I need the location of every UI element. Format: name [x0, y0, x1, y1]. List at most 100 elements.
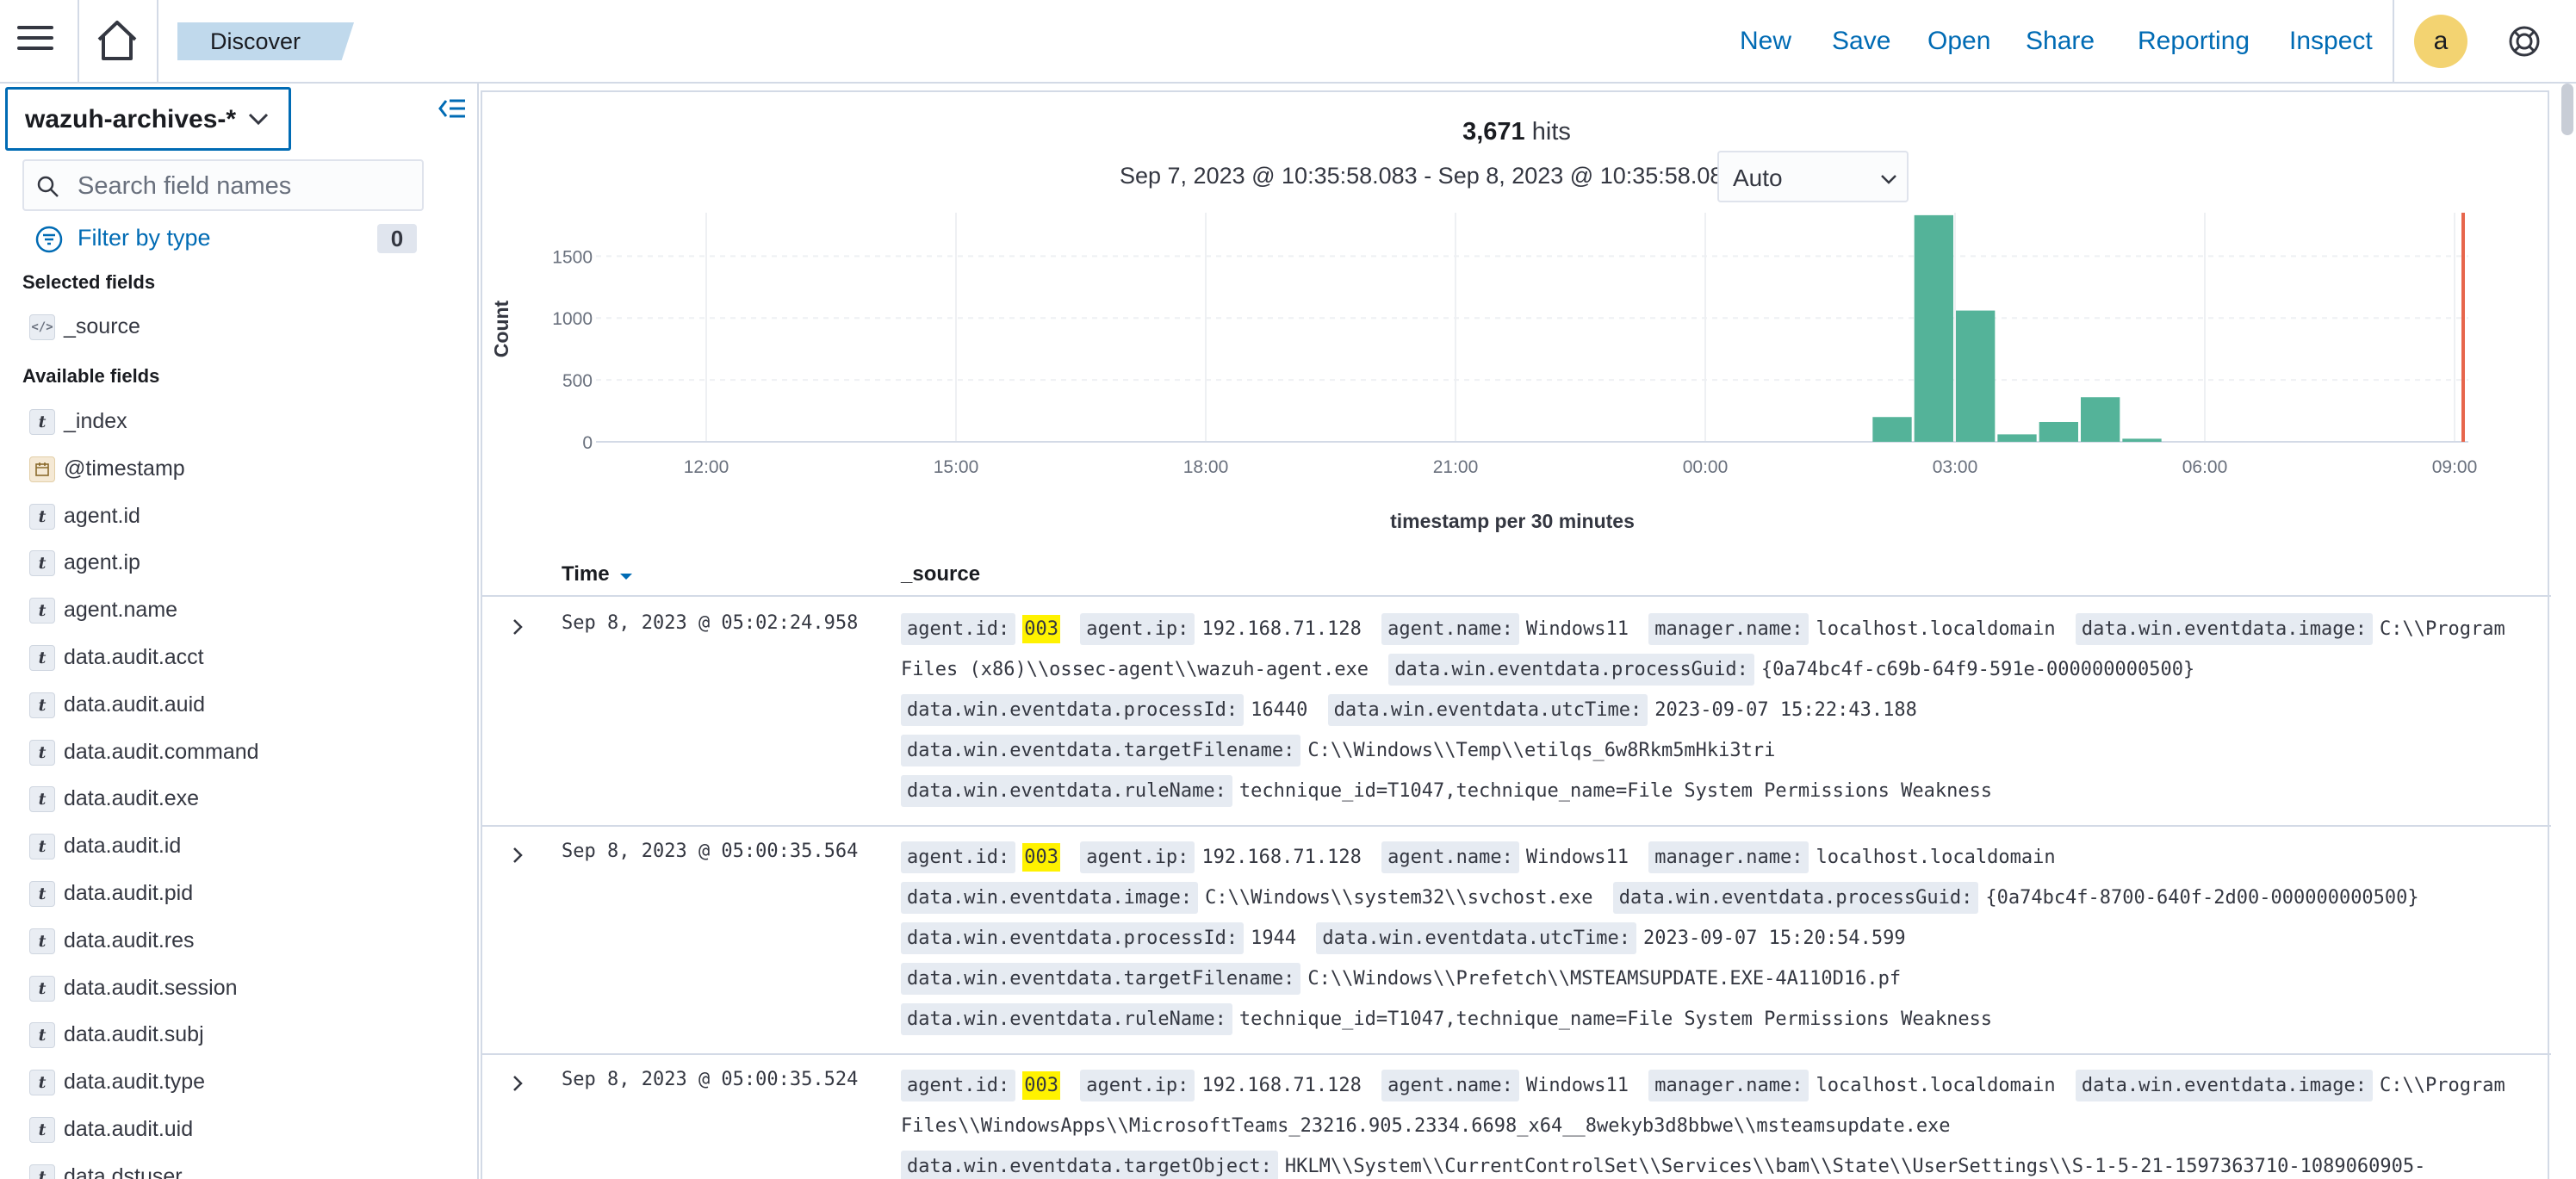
vertical-scrollbar[interactable]: [2561, 84, 2573, 135]
field-name: data.audit.auid: [64, 692, 206, 717]
histogram-bar: [1914, 214, 1953, 442]
source-field-value: Windows11: [1525, 847, 1629, 868]
y-tick-label: 1000: [552, 309, 593, 329]
expand-row-icon[interactable]: [506, 844, 529, 866]
field-sidebar: wazuh-archives-* Filter by type 0 Select…: [0, 84, 479, 1179]
field-name: @timestamp: [64, 456, 185, 481]
menu-icon[interactable]: [17, 26, 53, 57]
x-tick-label: 03:00: [1933, 457, 1978, 477]
string-token-icon: t: [29, 409, 55, 435]
source-field-key[interactable]: data.win.eventdata.targetObject:: [901, 1151, 1278, 1179]
source-field-value: localhost.localdomain: [1816, 618, 2056, 640]
source-field-value: 2023-09-07 15:22:43.188: [1654, 699, 1917, 721]
source-field-key[interactable]: data.win.eventdata.ruleName:: [901, 775, 1232, 807]
source-field-value: 003: [1022, 843, 1060, 872]
column-header-time[interactable]: Time: [562, 562, 633, 586]
main-panel: 3,671 hits Sep 7, 2023 @ 10:35:58.083 - …: [481, 84, 2576, 1179]
source-field-key[interactable]: data.win.eventdata.image:: [901, 882, 1199, 914]
histogram-bar: [1997, 434, 2037, 442]
source-field-key[interactable]: agent.ip:: [1080, 1070, 1195, 1101]
sort-desc-icon: [620, 574, 633, 580]
share-link[interactable]: Share: [2026, 26, 2095, 57]
source-field-value: 192.168.71.128: [1201, 1075, 1362, 1096]
source-field-value: localhost.localdomain: [1816, 1075, 2056, 1096]
source-field-key[interactable]: agent.id:: [901, 841, 1016, 873]
string-token-icon: t: [29, 550, 55, 577]
source-field-key[interactable]: manager.name:: [1648, 1070, 1809, 1101]
source-field-key[interactable]: data.win.eventdata.processGuid:: [1612, 882, 1979, 914]
filter-count-badge: 0: [377, 224, 417, 253]
collapse-sidebar-icon[interactable]: [438, 96, 467, 121]
column-time-label: Time: [562, 562, 610, 586]
expand-row-icon[interactable]: [506, 616, 529, 638]
source-field-key[interactable]: data.win.eventdata.utcTime:: [1316, 922, 1636, 954]
source-field-key[interactable]: data.win.eventdata.processId:: [901, 694, 1245, 726]
row-source: agent.id: 003 agent.ip: 192.168.71.128 age…: [901, 609, 2537, 811]
x-tick-label: 15:00: [934, 457, 979, 477]
source-field-key[interactable]: data.win.eventdata.processGuid:: [1388, 654, 1754, 686]
table-row: Sep 8, 2023 @ 05:00:35.564 agent.id: 003 a…: [482, 827, 2551, 1055]
y-tick-label: 1500: [552, 247, 593, 267]
search-icon: [37, 176, 59, 197]
source-field-value: 1944: [1251, 928, 1297, 949]
string-token-icon: t: [29, 503, 55, 530]
source-field-value: {0a74bc4f-8700-640f-2d00-000000000500}: [1985, 887, 2419, 909]
source-field-key[interactable]: data.win.eventdata.image:: [2075, 613, 2374, 645]
index-pattern-label: wazuh-archives-*: [25, 105, 237, 133]
index-pattern-selector[interactable]: wazuh-archives-*: [5, 87, 291, 151]
source-field-key[interactable]: data.win.eventdata.targetFilename:: [901, 963, 1301, 995]
header-divider: [157, 0, 158, 84]
source-field-key[interactable]: data.win.eventdata.processId:: [901, 922, 1245, 954]
x-tick-label: 06:00: [2182, 457, 2228, 477]
source-field-key[interactable]: manager.name:: [1648, 613, 1809, 645]
source-field-key[interactable]: agent.ip:: [1080, 841, 1195, 873]
source-field-key[interactable]: data.win.eventdata.image:: [2075, 1070, 2374, 1101]
chevron-down-icon: [1881, 175, 1896, 184]
save-link[interactable]: Save: [1832, 26, 1890, 57]
histogram-bar: [1872, 417, 1912, 442]
row-timestamp: Sep 8, 2023 @ 05:02:24.958: [562, 612, 859, 634]
source-field-value: Windows11: [1525, 1075, 1629, 1096]
source-field-value: C:\\Windows\\Prefetch\\MSTEAMSUPDATE.EXE…: [1307, 968, 1902, 990]
source-field-key[interactable]: agent.ip:: [1080, 613, 1195, 645]
source-field-key[interactable]: agent.name:: [1381, 613, 1519, 645]
source-field-key[interactable]: agent.id:: [901, 1070, 1016, 1101]
histogram-bar: [2122, 438, 2162, 442]
histogram-bar: [2039, 421, 2078, 442]
expand-row-icon[interactable]: [506, 1072, 529, 1095]
field-name: data.audit.session: [64, 975, 238, 1000]
field-name: agent.name: [64, 598, 178, 623]
highlight-value: 003: [1022, 843, 1060, 872]
interval-value: Auto: [1733, 164, 1783, 191]
field-name: agent.id: [64, 503, 140, 528]
open-link[interactable]: Open: [1927, 26, 1990, 57]
user-avatar[interactable]: a: [2414, 15, 2467, 68]
source-field-key[interactable]: data.win.eventdata.utcTime:: [1327, 694, 1648, 726]
breadcrumb[interactable]: Discover: [177, 22, 355, 60]
column-header-source: _source: [901, 562, 981, 586]
string-token-icon: t: [29, 786, 55, 813]
selected-fields-title: Selected fields: [22, 271, 156, 293]
source-field-key[interactable]: agent.id:: [901, 613, 1016, 645]
help-icon[interactable]: [2507, 24, 2542, 59]
highlight-value: 003: [1022, 615, 1060, 643]
inspect-link[interactable]: Inspect: [2289, 26, 2373, 57]
source-field-value: 192.168.71.128: [1201, 847, 1362, 868]
source-field-key[interactable]: data.win.eventdata.targetFilename:: [901, 735, 1301, 766]
field-name: data.audit.command: [64, 739, 259, 764]
source-field-key[interactable]: data.win.eventdata.ruleName:: [901, 1003, 1232, 1035]
home-icon[interactable]: [95, 19, 140, 62]
reporting-link[interactable]: Reporting: [2138, 26, 2250, 57]
source-field-value: 003: [1022, 615, 1060, 643]
chevron-down-icon: [248, 113, 269, 126]
source-field-value: localhost.localdomain: [1816, 847, 2056, 868]
row-timestamp: Sep 8, 2023 @ 05:00:35.524: [562, 1069, 859, 1090]
source-field-value: 003: [1022, 1071, 1060, 1100]
string-token-icon: t: [29, 739, 55, 766]
search-field-names-input[interactable]: [78, 170, 413, 202]
source-field-key[interactable]: agent.name:: [1381, 1070, 1519, 1101]
source-field-key[interactable]: manager.name:: [1648, 841, 1809, 873]
new-link[interactable]: New: [1740, 26, 1791, 57]
interval-select[interactable]: Auto: [1717, 151, 1909, 202]
source-field-key[interactable]: agent.name:: [1381, 841, 1519, 873]
